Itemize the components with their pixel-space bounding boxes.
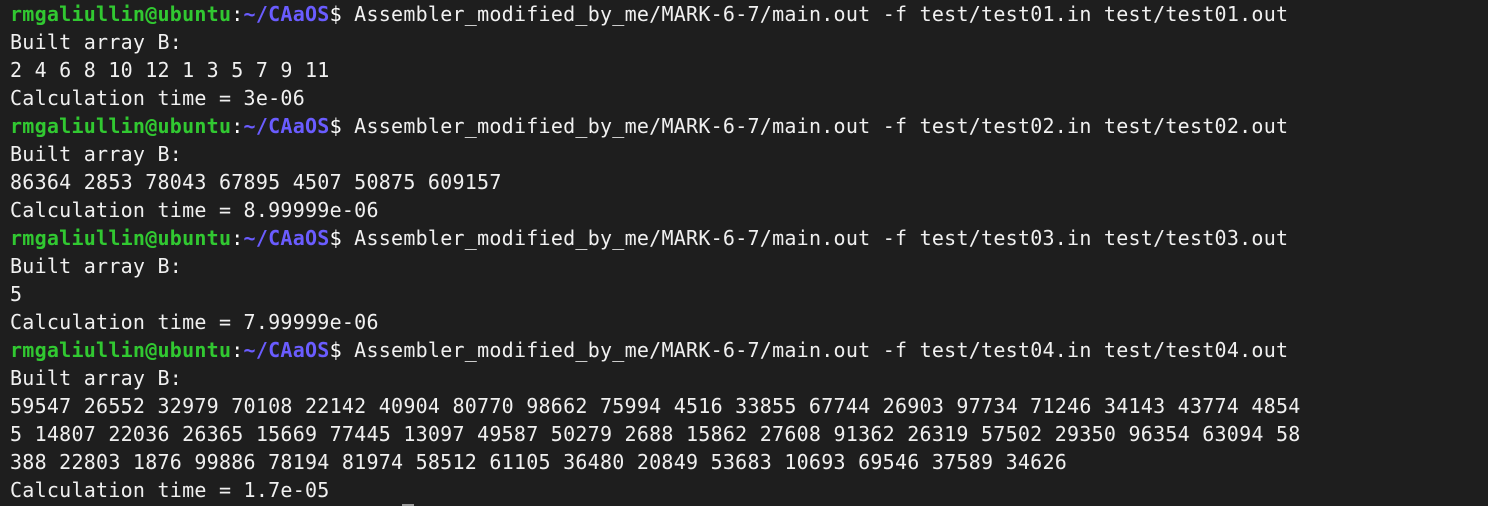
prompt-user-host: rmgaliullin@ubuntu [10,226,232,250]
prompt-colon: : [231,114,244,138]
prompt-colon: : [231,2,244,26]
prompt-path: ~/CAaOS [243,338,330,362]
command-text: Assembler_modified_by_me/MARK-6-7/main.o… [341,2,1289,26]
prompt-dollar: $ [329,226,342,250]
output-line: Built array B: [10,30,183,54]
prompt-user-host: rmgaliullin@ubuntu [10,114,232,138]
command-text: Assembler_modified_by_me/MARK-6-7/main.o… [341,338,1289,362]
command-text: Assembler_modified_by_me/MARK-6-7/main.o… [341,226,1289,250]
prompt-path: ~/CAaOS [243,114,330,138]
output-line: Calculation time = 7.99999e-06 [10,310,379,334]
terminal-window[interactable]: rmgaliullin@ubuntu:~/CAaOS$ Assembler_mo… [0,0,1488,506]
output-line: 59547 26552 32979 70108 22142 40904 8077… [10,394,1301,418]
output-line: 86364 2853 78043 67895 4507 50875 609157 [10,170,502,194]
prompt-dollar: $ [329,338,342,362]
prompt-line: rmgaliullin@ubuntu:~/CAaOS$ Assembler_mo… [10,336,1488,364]
output-line: 388 22803 1876 99886 78194 81974 58512 6… [10,450,1068,474]
output-line: Calculation time = 1.7e-05 [10,478,330,502]
prompt-colon: : [231,338,244,362]
prompt-user-host: rmgaliullin@ubuntu [10,2,232,26]
output-line: Calculation time = 8.99999e-06 [10,198,379,222]
output-line: 2 4 6 8 10 12 1 3 5 7 9 11 [10,58,330,82]
prompt-line: rmgaliullin@ubuntu:~/CAaOS$ Assembler_mo… [10,112,1488,140]
output-line: Built array B: [10,254,183,278]
prompt-path: ~/CAaOS [243,226,330,250]
command-text: Assembler_modified_by_me/MARK-6-7/main.o… [341,114,1289,138]
output-line: 5 [10,282,23,306]
prompt-user-host: rmgaliullin@ubuntu [10,338,232,362]
prompt-path: ~/CAaOS [243,2,330,26]
prompt-line: rmgaliullin@ubuntu:~/CAaOS$ Assembler_mo… [10,0,1488,28]
output-line: Built array B: [10,142,183,166]
output-line: Calculation time = 3e-06 [10,86,305,110]
output-line: 5 14807 22036 26365 15669 77445 13097 49… [10,422,1301,446]
prompt-dollar: $ [329,114,342,138]
prompt-colon: : [231,226,244,250]
prompt-line: rmgaliullin@ubuntu:~/CAaOS$ Assembler_mo… [10,224,1488,252]
output-line: Built array B: [10,366,183,390]
prompt-dollar: $ [329,2,342,26]
